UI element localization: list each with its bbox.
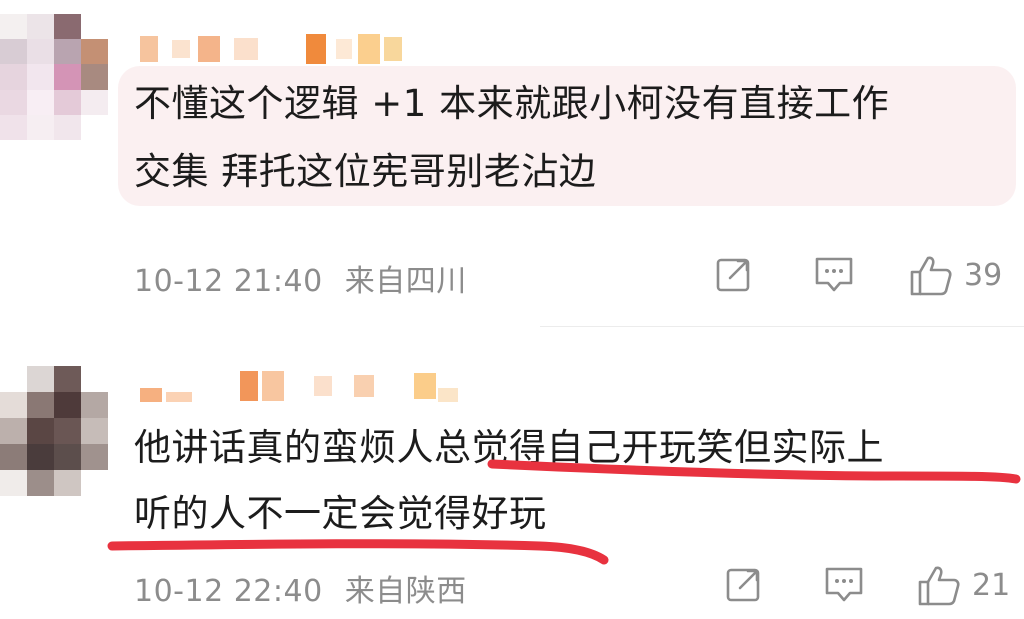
like-icon	[910, 256, 952, 296]
comment-text-line: 听的人不一定会觉得好玩	[134, 492, 547, 535]
comment-text-line: 交集 拜托这位宪哥别老沾边	[134, 150, 597, 193]
share-button[interactable]	[724, 564, 764, 604]
username-pixelated[interactable]	[140, 370, 458, 402]
like-count: 21	[972, 567, 1011, 603]
comment-text-plain: 他讲话真的蛮烦人	[134, 426, 434, 469]
comment-icon	[815, 257, 853, 292]
like-button[interactable]: 39	[908, 252, 1002, 298]
comment-time: 10-12 22:40	[134, 574, 323, 609]
avatar[interactable]	[0, 366, 108, 496]
comment-meta: 10-12 21:40 来自四川	[134, 256, 479, 300]
like-count: 39	[964, 257, 1003, 293]
share-icon	[716, 258, 750, 292]
username-pixelated[interactable]	[140, 34, 402, 64]
comment-text-highlighted: 总觉得自己开玩笑但实际上	[434, 426, 884, 469]
like-button[interactable]: 21	[916, 562, 1010, 608]
like-icon	[918, 566, 960, 606]
comment-time: 10-12 21:40	[134, 264, 323, 299]
share-button[interactable]	[714, 254, 754, 294]
comment-text-line: 不懂这个逻辑 +1 本来就跟小柯没有直接工作	[134, 82, 890, 125]
comment-2: 他讲话真的蛮烦人总觉得自己开玩笑但实际上 听的人不一定会觉得好玩 10-12 2…	[0, 330, 1024, 619]
comment-location: 来自陕西	[344, 574, 467, 609]
comment-location: 来自四川	[344, 264, 467, 299]
reply-button[interactable]	[812, 254, 856, 296]
comment-icon	[825, 567, 863, 602]
divider	[540, 326, 1024, 327]
reply-button[interactable]	[822, 564, 866, 606]
avatar[interactable]	[0, 14, 108, 140]
share-icon	[726, 568, 760, 602]
comment-text-line: 他讲话真的蛮烦人总觉得自己开玩笑但实际上	[134, 418, 884, 477]
comment-meta: 10-12 22:40 来自陕西	[134, 566, 479, 610]
comment-1: 不懂这个逻辑 +1 本来就跟小柯没有直接工作 交集 拜托这位宪哥别老沾边 10-…	[0, 0, 1024, 330]
